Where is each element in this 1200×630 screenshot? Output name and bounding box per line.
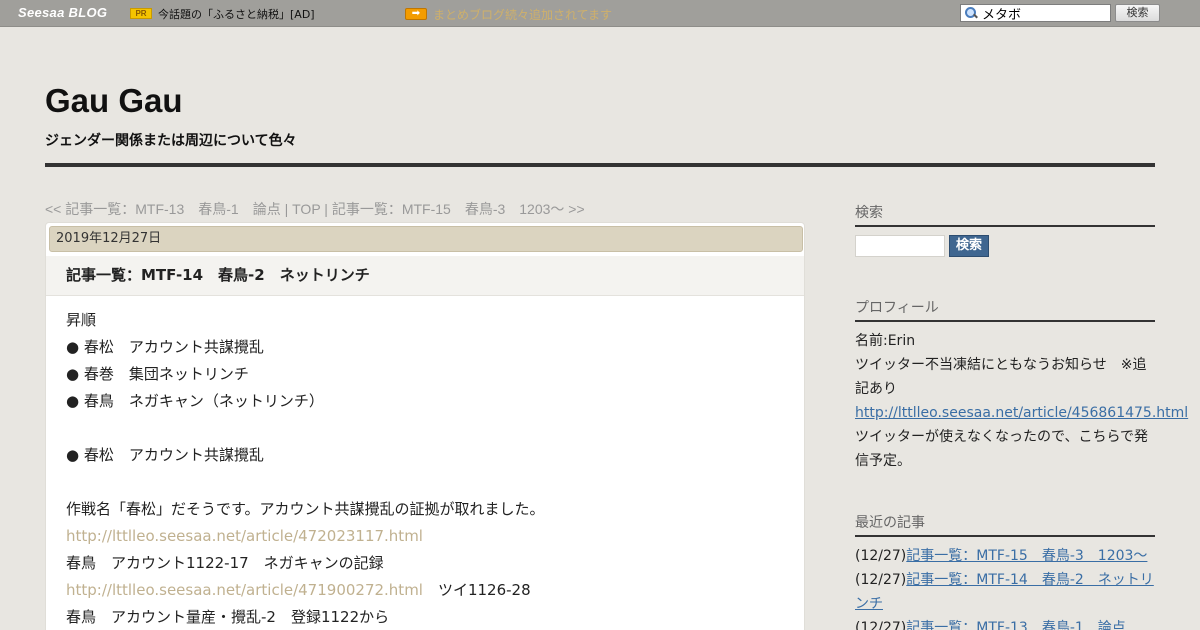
- seesaa-blog-logo[interactable]: Seesaa BLOG: [18, 5, 107, 20]
- recent-date: (12/27): [855, 620, 907, 630]
- body-line: 昇順: [66, 311, 97, 329]
- recent-article-link[interactable]: 記事一覧：MTF-13 春鳥-1 論点: [906, 620, 1126, 630]
- recent-articles-list: (12/27)記事一覧：MTF-15 春鳥-3 1203～ (12/27)記事一…: [855, 544, 1155, 630]
- pr-ad-link[interactable]: 今話題の「ふるさと納税」[AD]: [158, 6, 315, 22]
- body-inline-text: ツイ1126-28: [422, 581, 531, 599]
- profile-link[interactable]: http://lttlleo.seesaa.net/article/456861…: [855, 405, 1188, 421]
- nav-separator: |: [280, 201, 293, 217]
- article-card: 2019年12月27日 記事一覧：MTF-14 春鳥-2 ネットリンチ 昇順 ●…: [45, 222, 805, 630]
- header-divider: [45, 163, 1155, 167]
- list-item: (12/27)記事一覧：MTF-14 春鳥-2 ネットリンチ: [855, 568, 1155, 616]
- nav-separator: |: [320, 201, 332, 217]
- body-line: ● 春鳥 ネガキャン（ネットリンチ）: [66, 392, 324, 410]
- article-link[interactable]: http://lttlleo.seesaa.net/article/471900…: [66, 581, 423, 599]
- search-icon: [963, 6, 979, 20]
- top-link[interactable]: TOP: [292, 201, 320, 217]
- body-line: ● 春松 アカウント共謀攪乱: [66, 338, 264, 356]
- body-gap: [66, 469, 786, 496]
- profile-section: 名前:Erin ツイッター不当凍結にともなうお知らせ ※追記あり http://…: [855, 329, 1188, 473]
- recent-date: (12/27): [855, 572, 907, 588]
- article-body: 昇順 ● 春松 アカウント共謀攪乱 ● 春巻 集団ネットリンチ ● 春鳥 ネガキ…: [66, 307, 786, 630]
- body-line: ● 春巻 集団ネットリンチ: [66, 365, 249, 383]
- top-search-input[interactable]: [979, 5, 1107, 21]
- sidebar-search-input[interactable]: [855, 235, 945, 257]
- sidebar-profile-heading: プロフィール: [855, 297, 1155, 322]
- article-date: 2019年12月27日: [49, 226, 803, 252]
- top-bar: Seesaa BLOG PR 今話題の「ふるさと納税」[AD] ➡ まとめブログ…: [0, 0, 1200, 27]
- profile-notice: ツイッター不当凍結にともなうお知らせ ※追記あり: [855, 357, 1147, 397]
- body-line: 春鳥 アカウント1122-17 ネガキャンの記録: [66, 554, 384, 572]
- top-search-button[interactable]: 検索: [1115, 4, 1160, 22]
- site-title[interactable]: Gau Gau: [45, 82, 183, 120]
- recent-date: (12/27): [855, 548, 907, 564]
- pr-badge: PR: [130, 8, 152, 19]
- article-navigation: << 記事一覧：MTF-13 春鳥-1 論点 | TOP | 記事一覧：MTF-…: [45, 199, 585, 219]
- next-article-link[interactable]: 記事一覧：MTF-15 春鳥-3 1203～ >>: [332, 201, 585, 217]
- body-gap: [66, 415, 786, 442]
- recent-article-link[interactable]: 記事一覧：MTF-15 春鳥-3 1203～: [906, 548, 1147, 564]
- article-title[interactable]: 記事一覧：MTF-14 春鳥-2 ネットリンチ: [46, 256, 804, 296]
- sidebar-search-button[interactable]: 検索: [949, 235, 989, 257]
- top-search-box: [960, 4, 1111, 22]
- body-line: ● 春松 アカウント共謀攪乱: [66, 446, 264, 464]
- arrow-right-icon: ➡: [405, 8, 427, 20]
- list-item: (12/27)記事一覧：MTF-15 春鳥-3 1203～: [855, 544, 1155, 568]
- profile-text: ツイッターが使えなくなったので、こちらで発信予定。: [855, 429, 1149, 469]
- body-line: 作戦名「春松」だそうです。アカウント共謀攪乱の証拠が取れました。: [66, 500, 545, 518]
- matome-blog-notice-link[interactable]: まとめブログ続々追加されてます: [433, 6, 612, 23]
- body-line: 春鳥 アカウント量産・攪乱-2 登録1122から: [66, 608, 390, 626]
- profile-name: 名前:Erin: [855, 333, 916, 349]
- sidebar-recent-heading: 最近の記事: [855, 512, 1155, 537]
- site-description: ジェンダー関係または周辺について色々: [45, 133, 297, 149]
- prev-article-link[interactable]: << 記事一覧：MTF-13 春鳥-1 論点: [45, 201, 281, 217]
- article-link[interactable]: http://lttlleo.seesaa.net/article/472023…: [66, 527, 423, 545]
- sidebar-search-heading: 検索: [855, 202, 1155, 227]
- list-item: (12/27)記事一覧：MTF-13 春鳥-1 論点: [855, 616, 1155, 630]
